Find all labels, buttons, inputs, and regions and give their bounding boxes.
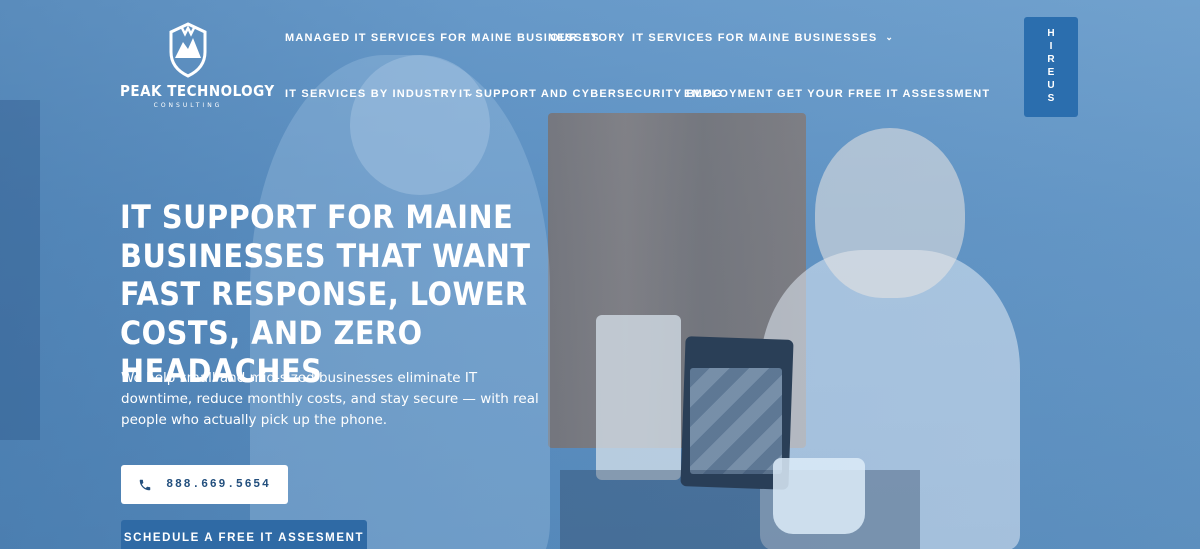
hero-headline: IT Support for Maine Businesses That Wan… bbox=[120, 198, 531, 390]
nav-label: IT SERVICES BY INDUSTRY bbox=[285, 88, 458, 100]
nav-employment[interactable]: EMPLOYMENT bbox=[684, 88, 774, 100]
hero-subtext: We help small and mid-sized businesses e… bbox=[121, 370, 539, 428]
background-photo-detail bbox=[350, 55, 490, 195]
call-phone-button[interactable]: 888.669.5654 bbox=[121, 465, 288, 504]
nav-it-services[interactable]: IT SERVICES FOR MAINE BUSINESSES ⌄ bbox=[632, 32, 894, 44]
mountain-shield-icon bbox=[169, 22, 207, 78]
brand-name: PEAK TECHNOLOGY bbox=[120, 82, 275, 100]
background-photo-detail bbox=[560, 470, 920, 549]
nav-it-services-by-industry[interactable]: IT SERVICES BY INDUSTRY ⌄ bbox=[285, 88, 475, 100]
nav-label: IT SERVICES FOR MAINE BUSINESSES bbox=[632, 32, 878, 44]
background-photo-detail bbox=[815, 128, 965, 298]
nav-label: EMPLOYMENT bbox=[684, 88, 774, 100]
chevron-down-icon: ⌄ bbox=[885, 32, 895, 42]
hire-us-tab[interactable]: HIREUS bbox=[1024, 17, 1078, 117]
brand-tagline: CONSULTING bbox=[153, 102, 223, 109]
hire-us-label: HIREUS bbox=[1045, 28, 1057, 106]
phone-icon bbox=[140, 479, 151, 490]
background-photo-detail bbox=[690, 368, 782, 474]
background-photo-detail bbox=[773, 458, 865, 534]
schedule-assessment-button[interactable]: SCHEDULE A FREE IT ASSESMENT bbox=[121, 520, 367, 549]
nav-our-story[interactable]: OUR STORY bbox=[550, 32, 626, 44]
background-photo-detail bbox=[0, 100, 40, 440]
nav-free-it-assessment[interactable]: GET YOUR FREE IT ASSESSMENT bbox=[777, 88, 990, 100]
nav-label: GET YOUR FREE IT ASSESSMENT bbox=[777, 88, 991, 100]
nav-label: OUR STORY bbox=[550, 32, 626, 44]
site-logo[interactable]: PEAK TECHNOLOGY CONSULTING bbox=[120, 22, 275, 112]
cta-label: SCHEDULE A FREE IT ASSESMENT bbox=[123, 532, 365, 544]
phone-number: 888.669.5654 bbox=[166, 478, 271, 491]
hero-section: PEAK TECHNOLOGY CONSULTING MANAGED IT SE… bbox=[0, 0, 1200, 549]
background-photo-detail bbox=[596, 315, 681, 480]
